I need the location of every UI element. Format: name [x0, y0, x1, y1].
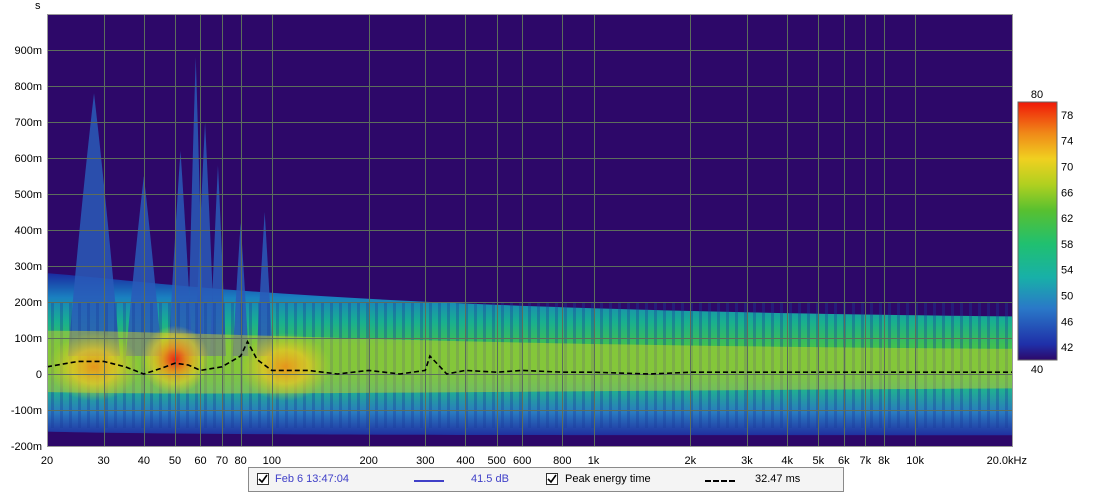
- legend-bar: Feb 6 13:47:04 41.5 dB Peak energy time …: [248, 467, 844, 492]
- y-tick-label: 700m: [14, 117, 42, 129]
- x-tick-label: 20.0kHz: [987, 455, 1027, 467]
- y-tick-label: -200m: [11, 441, 42, 453]
- x-tick-label: 300: [416, 455, 434, 467]
- colorbar-label: 62: [1061, 213, 1073, 225]
- colorbar-label: 74: [1061, 136, 1073, 148]
- x-tick-label: 7k: [860, 455, 872, 467]
- peak-energy-value: 32.47 ms: [755, 473, 801, 485]
- x-tick-label: 4k: [781, 455, 793, 467]
- measurement-timestamp: Feb 6 13:47:04: [275, 473, 350, 485]
- x-tick-label: 50: [169, 455, 181, 467]
- colorbar-label: 42: [1061, 342, 1073, 354]
- y-tick-label: 400m: [14, 225, 42, 237]
- measurement-level: 41.5 dB: [471, 473, 509, 485]
- x-tick-label: 500: [487, 455, 505, 467]
- colorbar-label: 66: [1061, 187, 1073, 199]
- colorbar-label: 58: [1061, 239, 1073, 251]
- colorbar-label: 50: [1061, 291, 1073, 303]
- colorbar-label: 78: [1061, 110, 1073, 122]
- x-tick-label: 8k: [878, 455, 890, 467]
- y-tick-label: 500m: [14, 189, 42, 201]
- x-tick-label: 5k: [813, 455, 825, 467]
- peak-energy-line-swatch: [705, 480, 735, 482]
- peak-energy-checkbox[interactable]: [546, 473, 558, 485]
- peak-energy-label: Peak energy time: [565, 473, 651, 485]
- checkmark-icon: [547, 474, 557, 484]
- colorbar-label: 46: [1061, 316, 1073, 328]
- y-tick-label: 900m: [14, 45, 42, 57]
- x-tick-label: 600: [513, 455, 531, 467]
- y-tick-label: 600m: [14, 153, 42, 165]
- measurement-checkbox[interactable]: [257, 473, 269, 485]
- y-axis-label: s: [35, 0, 41, 12]
- y-tick-label: 800m: [14, 81, 42, 93]
- x-tick-label: 80: [235, 455, 247, 467]
- y-tick-label: 100m: [14, 333, 42, 345]
- colorbar: [1017, 101, 1058, 361]
- measurement-line-swatch: [414, 480, 444, 482]
- x-tick-label: 30: [98, 455, 110, 467]
- y-tick-label: -100m: [11, 405, 42, 417]
- x-tick-label: 2k: [685, 455, 697, 467]
- x-tick-label: 20: [41, 455, 53, 467]
- spectrogram-chart: s 900m 800m 700m 600m 500m 400m 300m 200m 100m 0 -1…: [11, 0, 1073, 467]
- x-tick-label: 3k: [741, 455, 753, 467]
- x-tick-label: 400: [456, 455, 474, 467]
- energy-hotspot: [239, 332, 332, 401]
- x-tick-label: 6k: [838, 455, 850, 467]
- x-tick-label: 200: [359, 455, 377, 467]
- x-tick-label: 40: [138, 455, 150, 467]
- x-tick-label: 70: [216, 455, 228, 467]
- y-tick-label: 0: [36, 369, 42, 381]
- colorbar-label: 40: [1031, 364, 1043, 376]
- x-tick-label: 1k: [588, 455, 600, 467]
- colorbar-label: 80: [1031, 89, 1043, 101]
- x-tick-label: 60: [194, 455, 206, 467]
- x-tick-label: 100: [263, 455, 281, 467]
- y-tick-label: 300m: [14, 261, 42, 273]
- x-tick-label: 10k: [906, 455, 924, 467]
- colorbar-label: 54: [1061, 265, 1073, 277]
- y-tick-label: 200m: [14, 297, 42, 309]
- colorbar-label: 70: [1061, 162, 1073, 174]
- checkmark-icon: [258, 474, 268, 484]
- x-tick-label: 800: [553, 455, 571, 467]
